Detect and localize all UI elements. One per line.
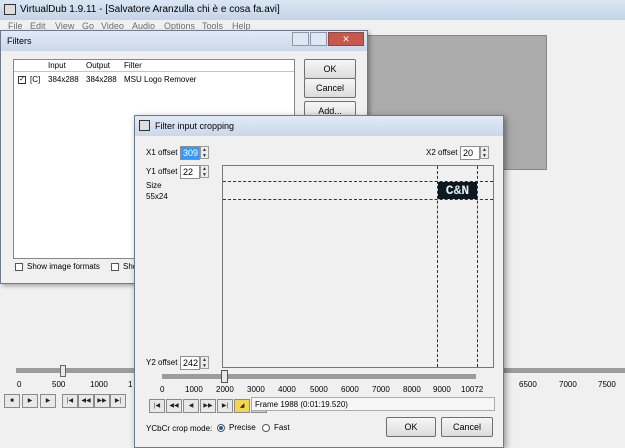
main-tick-label: 500: [52, 380, 66, 389]
size-label: Size: [146, 181, 162, 190]
main-tick-label: 7000: [559, 380, 577, 389]
crop-app-icon: [139, 120, 150, 131]
fast-radio[interactable]: [262, 424, 270, 432]
main-next-key-button[interactable]: ▶▶: [94, 394, 110, 408]
fast-label: Fast: [274, 423, 290, 432]
y2-label: Y2 offset: [146, 358, 178, 367]
minimize-button[interactable]: [292, 32, 309, 46]
main-tick-label: 6500: [519, 380, 537, 389]
mark-in-button[interactable]: ◢: [234, 399, 250, 413]
show-partial-checkbox[interactable]: [111, 263, 119, 271]
x2-label: X2 offset: [426, 148, 458, 157]
main-timeline-thumb[interactable]: [60, 365, 66, 377]
crop-title: Filter input cropping: [155, 121, 235, 131]
filter-list-header: Input Output Filter: [14, 60, 294, 72]
crop-end-button[interactable]: ▶|: [217, 399, 233, 413]
crop-tick-label: 9000: [433, 385, 451, 394]
crop-prev-key-button[interactable]: ◀◀: [166, 399, 182, 413]
main-prev-key-button[interactable]: ◀◀: [78, 394, 94, 408]
crop-timeline-thumb[interactable]: [221, 370, 228, 383]
crop-tick-label: 7000: [372, 385, 390, 394]
main-start-button[interactable]: |◀: [62, 394, 78, 408]
crop-tick-label: 0: [160, 385, 165, 394]
filter-row[interactable]: ✓ [C] 384x288 384x288 MSU Logo Remover: [14, 74, 294, 86]
crop-preview[interactable]: C&N: [222, 165, 494, 368]
app-icon: [4, 4, 16, 15]
crop-timeline-track[interactable]: [162, 374, 476, 379]
crop-mode-label: YCbCr crop mode:: [146, 424, 213, 433]
crop-ok-button[interactable]: OK: [386, 417, 436, 437]
size-value: 55x24: [146, 192, 168, 201]
crop-cancel-button[interactable]: Cancel: [441, 417, 493, 437]
crop-start-button[interactable]: |◀: [149, 399, 165, 413]
crop-prev-frame-button[interactable]: ◀: [183, 399, 199, 413]
main-tick-label: 1: [128, 380, 133, 389]
crop-tick-label: 10072: [461, 385, 484, 394]
crop-tick-label: 3000: [247, 385, 265, 394]
y2-spinner[interactable]: ▲ ▼: [200, 356, 209, 369]
main-tick-label: 0: [17, 380, 22, 389]
show-formats-checkbox[interactable]: [15, 263, 23, 271]
crop-tick-label: 5000: [310, 385, 328, 394]
y1-spinner[interactable]: ▲ ▼: [200, 165, 209, 178]
crop-tick-label: 4000: [278, 385, 296, 394]
x1-spinner[interactable]: ▲ ▼: [200, 146, 209, 159]
filter-flag: [C]: [30, 75, 41, 84]
crop-tick-label: 2000: [216, 385, 234, 394]
column-output[interactable]: Output: [86, 61, 110, 70]
crop-next-key-button[interactable]: ▶▶: [200, 399, 216, 413]
x1-input[interactable]: 309: [180, 146, 200, 160]
maximize-button[interactable]: [310, 32, 327, 46]
crop-line-right[interactable]: [477, 166, 478, 367]
filters-ok-button[interactable]: OK: [304, 59, 356, 79]
filters-title: Filters: [7, 36, 32, 46]
x1-label: X1 offset: [146, 148, 178, 157]
crop-tick-label: 1000: [185, 385, 203, 394]
y2-input[interactable]: 242: [180, 356, 200, 370]
main-tick-label: 1000: [90, 380, 108, 389]
main-titlebar: VirtualDub 1.9.11 - [Salvatore Aranzulla…: [0, 0, 625, 20]
y1-input[interactable]: 22: [180, 165, 200, 179]
frame-readout: Frame 1988 (0:01:19.520): [251, 397, 495, 411]
filters-titlebar: Filters ✕: [1, 31, 367, 51]
main-end-button[interactable]: ▶|: [110, 394, 126, 408]
main-play-input-button[interactable]: ▶: [22, 394, 38, 408]
filter-name: MSU Logo Remover: [124, 75, 197, 84]
precise-radio[interactable]: [217, 424, 225, 432]
x2-input[interactable]: 20: [460, 146, 480, 160]
main-play-output-button[interactable]: ▶: [40, 394, 56, 408]
main-tick-label: 7500: [598, 380, 616, 389]
frame-text: Frame 1988 (0:01:19.520): [255, 400, 348, 409]
crop-line-bottom[interactable]: [223, 199, 493, 200]
precise-radio-dot: [219, 426, 223, 430]
column-input[interactable]: Input: [48, 61, 66, 70]
crop-tick-label: 8000: [403, 385, 421, 394]
filter-output-size: 384x288: [86, 75, 117, 84]
crop-titlebar: Filter input cropping: [135, 116, 503, 136]
main-stop-button[interactable]: ■: [4, 394, 20, 408]
show-formats-label: Show image formats: [27, 262, 100, 271]
close-button[interactable]: ✕: [328, 32, 364, 46]
main-title: VirtualDub 1.9.11 - [Salvatore Aranzulla…: [20, 4, 280, 15]
filter-input-size: 384x288: [48, 75, 79, 84]
filter-enabled-checkbox[interactable]: ✓: [18, 76, 26, 84]
filters-cancel-button[interactable]: Cancel: [304, 78, 356, 98]
precise-label: Precise: [229, 423, 256, 432]
x2-spinner[interactable]: ▲ ▼: [480, 146, 489, 159]
crop-tick-label: 6000: [341, 385, 359, 394]
logo-region: C&N: [438, 182, 477, 199]
y1-label: Y1 offset: [146, 167, 178, 176]
column-filter[interactable]: Filter: [124, 61, 142, 70]
crop-dialog: Filter input cropping X1 offset 309 ▲ ▼ X…: [134, 115, 504, 448]
